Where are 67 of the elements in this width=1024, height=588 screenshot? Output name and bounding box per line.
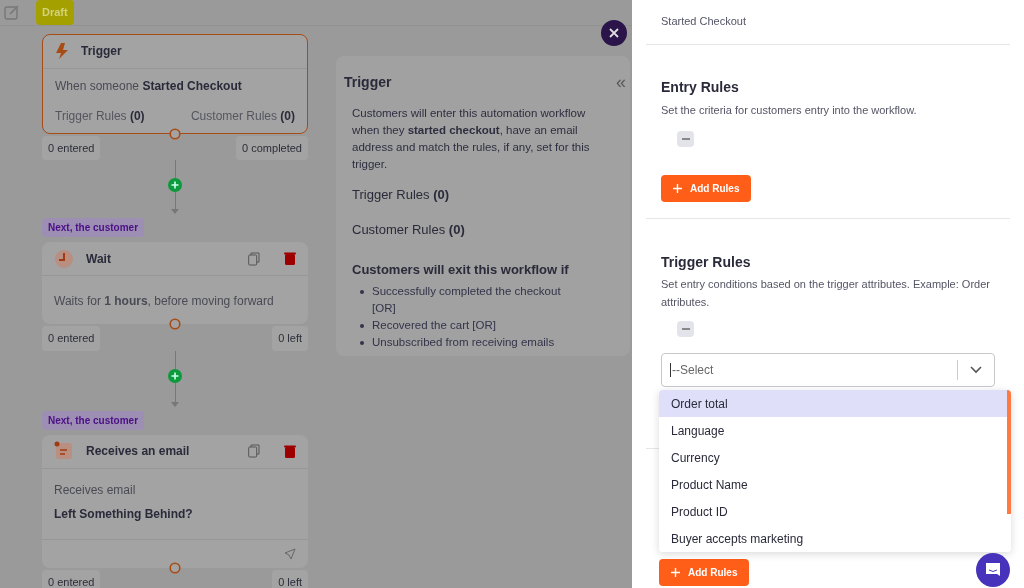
add-step-icon[interactable] <box>168 177 182 192</box>
step-label: Next, the customer <box>42 410 145 430</box>
bullet-icon <box>360 341 364 345</box>
dropdown-option[interactable]: Product ID <box>659 498 1011 525</box>
section-title: Entry Rules <box>661 78 740 97</box>
trash-icon[interactable] <box>284 444 296 458</box>
copy-icon[interactable] <box>248 444 260 458</box>
trigger-event: When someone Started Checkout <box>55 77 243 95</box>
trigger-rules-text: Trigger Rules (0) <box>55 107 145 125</box>
trash-icon[interactable] <box>284 252 296 265</box>
add-rules-button[interactable]: Add Rules <box>661 174 752 202</box>
exit-condition: Unsubscribed from receiving emails <box>372 335 555 350</box>
dropdown-option[interactable]: Buyer accepts marketing <box>659 525 1011 552</box>
clock-icon <box>54 248 74 269</box>
step-description: Waits for 1 hours, before moving forward <box>54 294 274 308</box>
bullet-icon <box>360 290 364 294</box>
plus-icon <box>671 568 680 577</box>
add-rules-button[interactable]: Add Rules <box>659 559 750 586</box>
entry-type-value: Started Checkout <box>661 15 746 27</box>
panel-customer-rules: Customer Rules (0) <box>352 221 466 239</box>
step-subtitle: Receives email <box>54 481 137 499</box>
remove-rule-button[interactable] <box>677 130 694 147</box>
close-button[interactable] <box>601 20 627 46</box>
remove-rule-button[interactable] <box>677 320 694 337</box>
exit-condition: Recovered the cart [OR] <box>372 318 496 333</box>
step-title: Receives an email <box>86 443 191 460</box>
section-title: Trigger Rules <box>661 252 752 272</box>
status-badge: Draft <box>36 0 74 25</box>
chat-button[interactable] <box>976 553 1010 587</box>
panel-trigger-rules: Trigger Rules (0) <box>352 185 451 204</box>
left-count: 0 left <box>272 326 308 351</box>
entered-count: 0 entered <box>42 326 101 351</box>
connector-port-icon <box>169 318 181 330</box>
exit-heading: Customers will exit this workflow if <box>352 260 570 279</box>
panel-description: Customers will enter this automation workflow when they started checkout, have an email address and match the rules, if any, set for this trigger. <box>352 105 591 172</box>
step-card[interactable]: Receives an email Receives email Left Something Behind? <box>42 434 308 568</box>
step-title: Wait <box>86 250 112 268</box>
entered-count: 0 entered <box>42 569 101 588</box>
left-count: 0 left <box>272 569 308 588</box>
trigger-title: Trigger <box>81 43 122 60</box>
copy-icon[interactable] <box>248 251 260 266</box>
step-card[interactable]: Wait Waits for 1 hours, before moving forward <box>42 242 308 324</box>
minus-icon <box>681 327 690 330</box>
attribute-select[interactable]: --Select <box>661 352 995 387</box>
section-description: Set the criteria for customers entry into the workflow. <box>661 103 918 118</box>
connector-port-icon <box>169 561 181 574</box>
email-subject: Left Something Behind? <box>54 505 194 523</box>
select-placeholder: --Select <box>669 361 715 379</box>
chat-icon <box>984 561 1002 579</box>
entered-count: 0 entered <box>42 135 101 160</box>
exit-condition: Successfully completed the checkout [OR] <box>372 284 562 316</box>
note-icon <box>54 441 74 461</box>
step-label: Next, the customer <box>42 218 145 237</box>
section-description: Set entry conditions based on the trigger attributes. Example: Order attributes. <box>661 276 991 310</box>
close-icon <box>609 28 619 38</box>
connector-port-icon <box>169 127 181 140</box>
customer-rules-text: Customer Rules (0) <box>190 107 295 125</box>
minus-icon <box>681 137 690 140</box>
trigger-card[interactable]: Trigger When someone Started Checkout Trigger Rules (0) Customer Rules (0) <box>42 33 308 134</box>
panel-title: Trigger <box>344 72 392 92</box>
lightning-icon <box>55 43 69 59</box>
add-step-icon[interactable] <box>168 369 182 383</box>
plus-icon <box>673 183 682 193</box>
bullet-icon <box>360 324 364 328</box>
completed-count: 0 completed <box>236 135 308 160</box>
send-icon[interactable] <box>284 547 296 560</box>
chevron-down-icon <box>970 365 982 374</box>
